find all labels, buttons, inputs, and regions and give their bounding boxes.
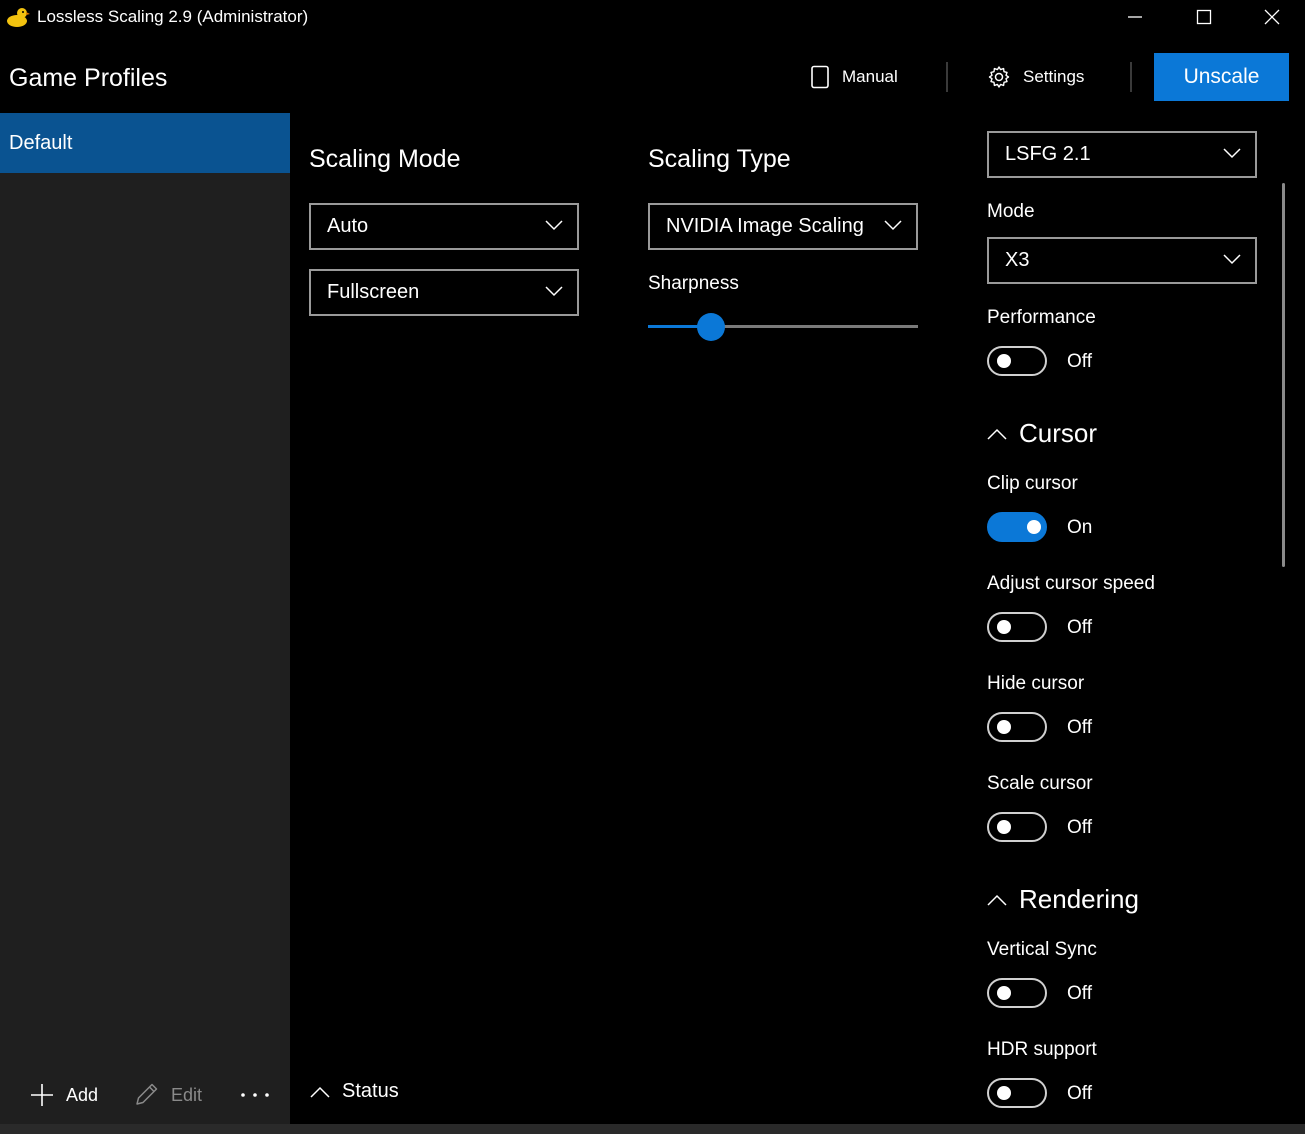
- minimize-button[interactable]: [1101, 0, 1169, 34]
- chevron-up-icon: [987, 894, 1007, 906]
- plus-icon: [31, 1084, 53, 1106]
- chevron-up-icon: [310, 1086, 330, 1098]
- frame-gen-mode-dropdown[interactable]: X3: [987, 237, 1257, 284]
- hdr-support-label: HDR support: [987, 1039, 1097, 1060]
- hide-cursor-state: Off: [1067, 717, 1092, 738]
- settings-scrollbar[interactable]: [1282, 183, 1285, 567]
- performance-state: Off: [1067, 351, 1092, 372]
- maximize-icon: [1196, 9, 1212, 25]
- vertical-sync-toggle[interactable]: [987, 978, 1047, 1008]
- more-options-button[interactable]: [240, 1080, 282, 1110]
- scaling-type-dropdown[interactable]: NVIDIA Image Scaling: [648, 203, 918, 250]
- adjust-cursor-speed-toggle[interactable]: [987, 612, 1047, 642]
- book-icon: [811, 65, 829, 89]
- profiles-sidebar: Default Add Edit: [0, 113, 290, 1134]
- rendering-section-header[interactable]: Rendering: [987, 884, 1139, 915]
- scaling-type-value: NVIDIA Image Scaling: [666, 215, 864, 237]
- add-label: Add: [66, 1084, 99, 1105]
- desktop-background-strip: [0, 1124, 1305, 1134]
- manual-label: Manual: [842, 67, 898, 86]
- hide-cursor-toggle[interactable]: [987, 712, 1047, 742]
- profile-label: Default: [9, 131, 73, 154]
- chevron-down-icon: [1223, 148, 1241, 159]
- sharpness-slider[interactable]: [648, 312, 918, 342]
- more-icon: [241, 1093, 269, 1097]
- chevron-down-icon: [545, 286, 563, 297]
- pencil-icon: [136, 1083, 158, 1105]
- performance-label: Performance: [987, 307, 1096, 328]
- scaling-mode-value: Auto: [327, 215, 369, 237]
- toggle-knob: [997, 820, 1011, 834]
- page-title: Game Profiles: [9, 64, 168, 92]
- cursor-section-header[interactable]: Cursor: [987, 418, 1097, 449]
- title-bar: Lossless Scaling 2.9 (Administrator): [0, 0, 1305, 36]
- toggle-knob: [997, 986, 1011, 1000]
- header-divider: [1130, 62, 1132, 92]
- minimize-icon: [1128, 16, 1142, 18]
- performance-toggle[interactable]: [987, 346, 1047, 376]
- toggle-knob: [997, 354, 1011, 368]
- slider-thumb[interactable]: [697, 313, 726, 341]
- close-icon: [1264, 9, 1280, 25]
- chevron-down-icon: [1223, 254, 1241, 265]
- vertical-sync-state: Off: [1067, 983, 1092, 1004]
- sharpness-label: Sharpness: [648, 273, 739, 294]
- toggle-knob: [1027, 520, 1041, 534]
- toggle-knob: [997, 620, 1011, 634]
- vertical-sync-label: Vertical Sync: [987, 939, 1097, 960]
- settings-button[interactable]: Settings: [987, 60, 1084, 94]
- settings-label: Settings: [1023, 67, 1085, 86]
- edit-label: Edit: [171, 1084, 203, 1105]
- maximize-button[interactable]: [1170, 0, 1238, 34]
- scale-cursor-state: Off: [1067, 817, 1092, 838]
- mode-label: Mode: [987, 201, 1035, 222]
- gear-icon: [988, 66, 1010, 88]
- window-title: Lossless Scaling 2.9 (Administrator): [37, 7, 309, 26]
- toggle-knob: [997, 1086, 1011, 1100]
- manual-button[interactable]: Manual: [810, 60, 898, 94]
- hdr-support-toggle[interactable]: [987, 1078, 1047, 1108]
- scale-cursor-toggle[interactable]: [987, 812, 1047, 842]
- clip-cursor-label: Clip cursor: [987, 473, 1078, 494]
- scaling-type-title: Scaling Type: [648, 145, 791, 173]
- chevron-down-icon: [545, 220, 563, 231]
- chevron-down-icon: [884, 220, 902, 231]
- duck-app-icon: [7, 8, 30, 27]
- add-profile-button[interactable]: Add: [30, 1080, 98, 1110]
- scale-cursor-label: Scale cursor: [987, 773, 1093, 794]
- adjust-cursor-speed-state: Off: [1067, 617, 1092, 638]
- header-divider: [946, 62, 948, 92]
- window-mode-value: Fullscreen: [327, 281, 420, 303]
- chevron-up-icon: [987, 428, 1007, 440]
- rendering-section-title: Rendering: [1019, 884, 1139, 914]
- toggle-knob: [997, 720, 1011, 734]
- frame-gen-type-value: LSFG 2.1: [1005, 143, 1091, 165]
- frame-gen-type-dropdown[interactable]: LSFG 2.1: [987, 131, 1257, 178]
- clip-cursor-state: On: [1067, 517, 1093, 538]
- frame-gen-mode-value: X3: [1005, 249, 1030, 271]
- window-mode-dropdown[interactable]: Fullscreen: [309, 269, 579, 316]
- status-expander[interactable]: Status: [310, 1080, 399, 1103]
- profile-item-default[interactable]: Default: [0, 113, 290, 173]
- clip-cursor-toggle[interactable]: [987, 512, 1047, 542]
- scaling-mode-dropdown[interactable]: Auto: [309, 203, 579, 250]
- cursor-section-title: Cursor: [1019, 418, 1098, 448]
- unscale-button[interactable]: Unscale: [1154, 53, 1289, 101]
- status-label: Status: [342, 1080, 399, 1102]
- hide-cursor-label: Hide cursor: [987, 673, 1085, 694]
- hdr-support-state: Off: [1067, 1083, 1092, 1104]
- edit-profile-button[interactable]: Edit: [133, 1080, 202, 1110]
- scaling-mode-title: Scaling Mode: [309, 145, 461, 173]
- close-button[interactable]: [1238, 0, 1305, 34]
- adjust-cursor-speed-label: Adjust cursor speed: [987, 573, 1155, 594]
